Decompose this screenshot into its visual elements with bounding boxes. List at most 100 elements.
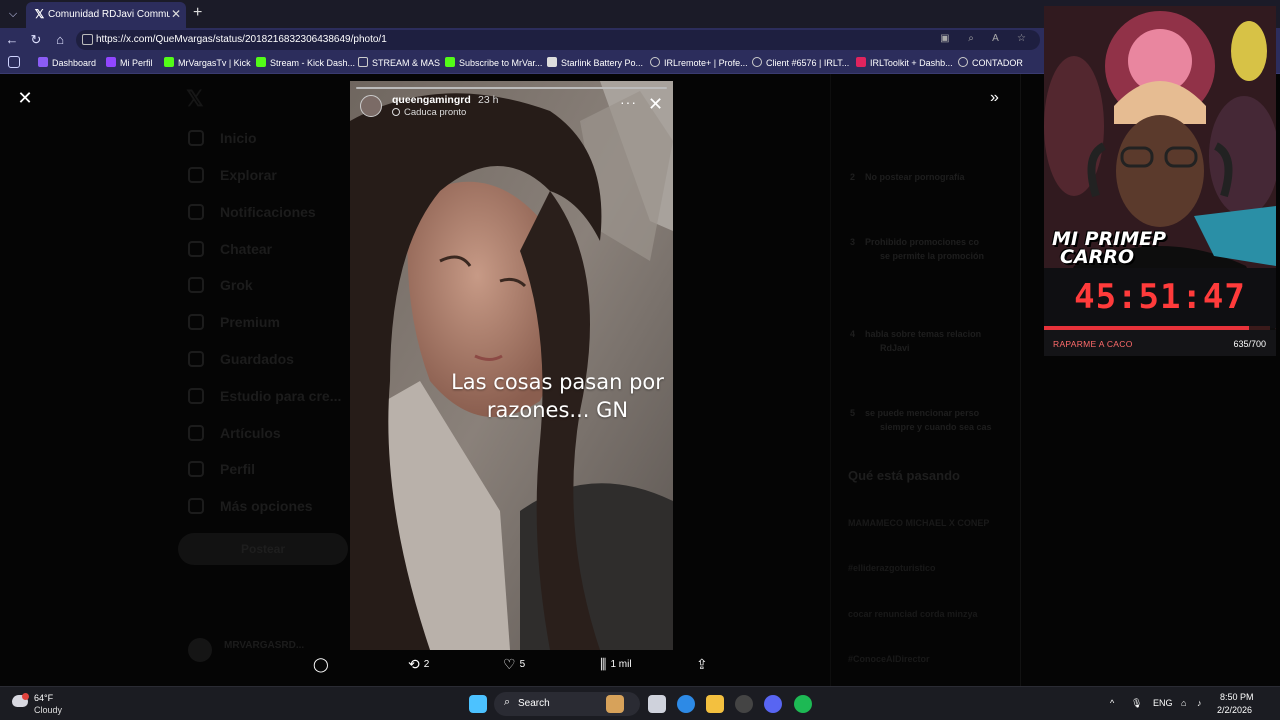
weather-desc[interactable]: Cloudy xyxy=(34,705,62,715)
rule-item: siempre y cuando sea cas xyxy=(880,422,1050,432)
nav-label: Artículos xyxy=(220,425,281,441)
network-icon[interactable]: ⌂ xyxy=(1181,698,1186,708)
tab-list-chevron-icon[interactable]: ⌵ xyxy=(4,5,22,23)
community-rules-column xyxy=(830,74,1020,686)
kick-icon xyxy=(256,57,266,67)
close-media-icon[interactable]: ✕ xyxy=(16,89,34,107)
home-icon[interactable]: ⌂ xyxy=(52,32,68,48)
like-button[interactable]: ♡ 5 xyxy=(503,656,525,673)
bookmark-item[interactable]: Client #6576 | IRLT... xyxy=(752,57,849,68)
bookmark-icon xyxy=(188,351,204,367)
post-button[interactable]: Postear xyxy=(178,533,348,565)
search-icon: ⌕ xyxy=(504,696,511,708)
microphone-icon[interactable]: 🎙 xyxy=(1131,698,1142,709)
column-divider xyxy=(1020,74,1021,686)
nav-notifications[interactable]: Notificaciones xyxy=(188,204,316,220)
like-count: 5 xyxy=(519,659,526,670)
reply-button[interactable]: ◯ xyxy=(313,656,333,673)
overlay-banner-line-2: CARRO xyxy=(1060,246,1135,268)
task-view-icon[interactable] xyxy=(648,695,666,713)
widgets-icon[interactable] xyxy=(606,695,624,713)
bookmark-item[interactable]: Mi Perfil xyxy=(106,57,153,68)
goal-count: 635/700 xyxy=(1233,339,1266,349)
lock-icon xyxy=(82,34,93,45)
nav-profile[interactable]: Perfil xyxy=(188,461,255,477)
views-button[interactable]: ⫼ 1 mil xyxy=(600,656,632,673)
nav-bookmarks[interactable]: Guardados xyxy=(188,351,294,367)
nav-premium[interactable]: Premium xyxy=(188,314,280,330)
x-premium-icon xyxy=(188,314,204,330)
more-horizontal-icon[interactable]: ··· xyxy=(620,94,637,110)
trends-heading: Qué está pasando xyxy=(848,468,960,483)
kick-icon xyxy=(445,57,455,67)
nav-home[interactable]: Inicio xyxy=(188,130,257,146)
tab-active[interactable]: 𝕏 Comunidad RDJavi Community ✕ xyxy=(26,2,186,28)
bookmark-label: Client #6576 | IRLT... xyxy=(766,58,850,68)
rule-item: 2 No postear pornografía xyxy=(850,172,1020,182)
goal-row: RAPARME A CACO 635/700 xyxy=(1044,330,1276,356)
trend-item[interactable]: cocar renunciad corda minzya xyxy=(848,609,978,619)
heart-icon: ♡ xyxy=(503,656,516,672)
nav-chat[interactable]: Chatear xyxy=(188,241,272,257)
volume-icon[interactable]: ♪ xyxy=(1197,698,1202,708)
bookmark-item[interactable]: Dashboard xyxy=(38,57,96,68)
bookmark-item[interactable]: IRLremote+ | Profe... xyxy=(650,57,748,68)
nav-explore[interactable]: Explorar xyxy=(188,167,277,183)
back-arrow-icon[interactable]: ← xyxy=(4,32,20,48)
subathon-timer: 45:51:47 xyxy=(1074,277,1246,317)
spotify-icon[interactable] xyxy=(794,695,812,713)
grok-icon xyxy=(188,277,204,293)
address-bar[interactable]: https://x.com/QueMvargas/status/20182168… xyxy=(76,30,1040,50)
close-icon[interactable]: ✕ xyxy=(648,95,663,113)
edge-icon[interactable] xyxy=(677,695,695,713)
share-button[interactable]: ⇪ xyxy=(696,656,712,673)
address-bar-actions-icon[interactable]: ▣ ⌕ A ☆ xyxy=(940,33,1034,44)
nav-articles[interactable]: Artículos xyxy=(188,425,281,441)
bookmark-item[interactable]: CONTADOR xyxy=(958,57,1023,68)
discord-icon[interactable] xyxy=(764,695,782,713)
rule-item: 4 habla sobre temas relacion xyxy=(850,329,1020,339)
bookmark-item[interactable]: Starlink Battery Po... xyxy=(547,57,643,68)
file-explorer-icon[interactable] xyxy=(706,695,724,713)
tab-close-icon[interactable]: ✕ xyxy=(171,7,181,21)
clock-date[interactable]: 2/2/2026 xyxy=(1217,705,1252,715)
bookmark-item[interactable]: STREAM & MAS xyxy=(358,57,440,68)
profile-icon xyxy=(188,461,204,477)
bookmark-favicon-icon xyxy=(106,57,116,67)
story-caption: Las cosas pasan por razones... GN xyxy=(420,368,673,424)
story-username[interactable]: queengamingrd xyxy=(392,94,471,106)
bookmark-item[interactable]: Stream - Kick Dash... xyxy=(256,57,355,68)
weather-temp[interactable]: 64°F xyxy=(34,693,53,703)
bookmark-item[interactable]: Subscribe to MrVar... xyxy=(445,57,542,68)
avatar[interactable] xyxy=(360,95,382,117)
bookmarks-menu-icon[interactable] xyxy=(8,56,20,68)
nav-grok[interactable]: Grok xyxy=(188,277,253,293)
nav-label: Guardados xyxy=(220,351,294,367)
story-photo xyxy=(350,81,673,650)
trend-item[interactable]: MAMAMECO MICHAEL X CONEP xyxy=(848,518,989,528)
bell-icon xyxy=(188,204,204,220)
repost-icon: ⟲ xyxy=(408,656,420,672)
x-logo-icon[interactable]: 𝕏 xyxy=(186,86,204,112)
globe-icon xyxy=(752,57,762,67)
bookmark-favicon-icon xyxy=(547,57,557,67)
input-language[interactable]: ENG xyxy=(1153,698,1173,708)
windows-start-icon[interactable] xyxy=(469,695,487,713)
clock-time[interactable]: 8:50 PM xyxy=(1220,692,1254,702)
reload-icon[interactable]: ↻ xyxy=(28,32,44,48)
trend-item[interactable]: #elliderazgoturistico xyxy=(848,563,936,573)
nav-more[interactable]: Más opciones xyxy=(188,498,313,514)
chrome-icon[interactable] xyxy=(735,695,753,713)
subathon-timer-box: 45:51:47 xyxy=(1044,268,1276,328)
expand-sidebar-icon[interactable]: » xyxy=(990,89,999,107)
bookmark-item[interactable]: MrVargasTv | Kick xyxy=(164,57,251,68)
account-name[interactable]: MRVARGASRD... xyxy=(224,640,304,651)
nav-creator-studio[interactable]: Estudio para cre... xyxy=(188,388,341,404)
new-tab-button[interactable]: + xyxy=(193,5,202,21)
nav-label: Estudio para cre... xyxy=(220,388,342,404)
irltoolkit-icon xyxy=(856,57,866,67)
story-time: 23 h xyxy=(478,94,499,106)
tray-overflow-icon[interactable]: ^ xyxy=(1110,698,1114,708)
bookmark-item[interactable]: IRLToolkit + Dashb... xyxy=(856,57,953,68)
repost-button[interactable]: ⟲ 2 xyxy=(408,656,429,673)
